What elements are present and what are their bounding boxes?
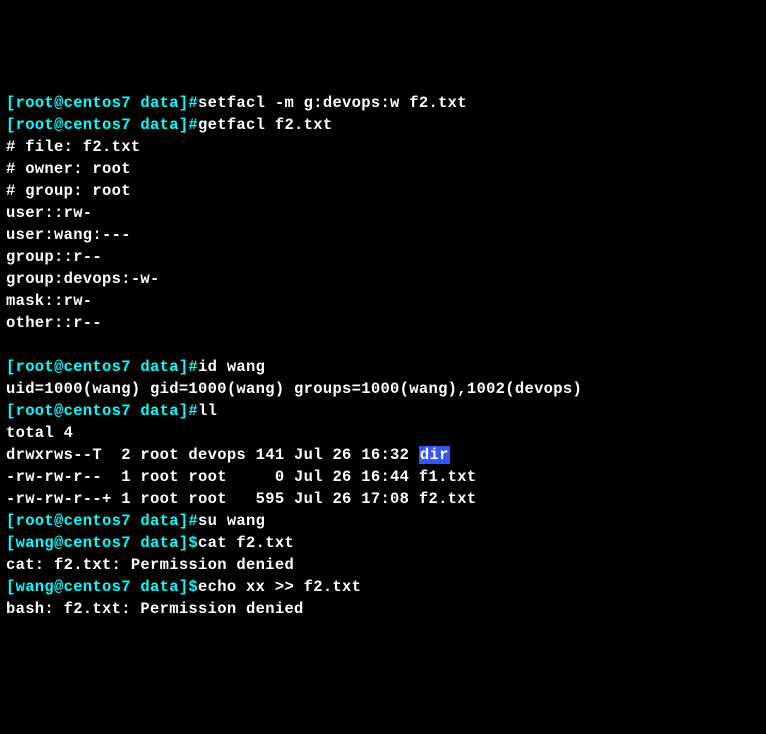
terminal-line: drwxrws--T 2 root devops 141 Jul 26 16:3…	[6, 444, 760, 466]
terminal-line: [root@centos7 data]#ll	[6, 400, 760, 422]
terminal-line	[6, 334, 760, 356]
terminal-segment: uid=1000(wang) gid=1000(wang) groups=100…	[6, 380, 582, 398]
terminal-line: [root@centos7 data]#setfacl -m g:devops:…	[6, 92, 760, 114]
terminal-segment: cat f2.txt	[198, 534, 294, 552]
terminal-line: [root@centos7 data]#id wang	[6, 356, 760, 378]
terminal-segment: id wang	[198, 358, 265, 376]
terminal-segment: [root@centos7 data]#	[6, 116, 198, 134]
terminal-line: cat: f2.txt: Permission denied	[6, 554, 760, 576]
terminal-line: # group: root	[6, 180, 760, 202]
terminal-segment: setfacl -m g:devops:w f2.txt	[198, 94, 467, 112]
terminal-segment: echo xx >> f2.txt	[198, 578, 361, 596]
terminal-segment: drwxrws--T 2 root devops 141 Jul 26 16:3…	[6, 446, 419, 464]
terminal-segment: bash: f2.txt: Permission denied	[6, 600, 304, 618]
terminal-segment: -rw-rw-r--+ 1 root root 595 Jul 26 17:08…	[6, 490, 476, 508]
terminal-line: user:wang:---	[6, 224, 760, 246]
terminal-line: [wang@centos7 data]$echo xx >> f2.txt	[6, 576, 760, 598]
terminal-segment: ll	[198, 402, 217, 420]
terminal-line: [root@centos7 data]#getfacl f2.txt	[6, 114, 760, 136]
terminal-segment: su wang	[198, 512, 265, 530]
terminal-segment: [root@centos7 data]#	[6, 358, 198, 376]
terminal-segment	[6, 336, 16, 354]
terminal-line: [wang@centos7 data]$cat f2.txt	[6, 532, 760, 554]
terminal-segment: group:devops:-w-	[6, 270, 160, 288]
terminal-line: bash: f2.txt: Permission denied	[6, 598, 760, 620]
terminal-segment: other::r--	[6, 314, 102, 332]
terminal-line: -rw-rw-r--+ 1 root root 595 Jul 26 17:08…	[6, 488, 760, 510]
terminal-segment: [root@centos7 data]#	[6, 94, 198, 112]
terminal-segment: -rw-rw-r-- 1 root root 0 Jul 26 16:44 f1…	[6, 468, 476, 486]
terminal-line: [root@centos7 data]#su wang	[6, 510, 760, 532]
terminal-line: -rw-rw-r-- 1 root root 0 Jul 26 16:44 f1…	[6, 466, 760, 488]
terminal-segment: # file: f2.txt	[6, 138, 140, 156]
terminal-segment: user:wang:---	[6, 226, 131, 244]
terminal-line: total 4	[6, 422, 760, 444]
terminal-segment: [wang@centos7 data]$	[6, 578, 198, 596]
terminal-segment: [root@centos7 data]#	[6, 512, 198, 530]
terminal-segment: group::r--	[6, 248, 102, 266]
terminal-segment: getfacl f2.txt	[198, 116, 332, 134]
terminal-line: group::r--	[6, 246, 760, 268]
terminal-segment: mask::rw-	[6, 292, 92, 310]
terminal-segment: cat: f2.txt: Permission denied	[6, 556, 294, 574]
terminal-segment: # group: root	[6, 182, 131, 200]
terminal-line: # file: f2.txt	[6, 136, 760, 158]
terminal-line: # owner: root	[6, 158, 760, 180]
terminal-line: mask::rw-	[6, 290, 760, 312]
terminal-output: [root@centos7 data]#setfacl -m g:devops:…	[6, 92, 760, 620]
terminal-line: user::rw-	[6, 202, 760, 224]
terminal-segment: [root@centos7 data]#	[6, 402, 198, 420]
terminal-segment: user::rw-	[6, 204, 92, 222]
terminal-segment: [wang@centos7 data]$	[6, 534, 198, 552]
terminal-segment: total 4	[6, 424, 73, 442]
terminal-line: other::r--	[6, 312, 760, 334]
terminal-line: uid=1000(wang) gid=1000(wang) groups=100…	[6, 378, 760, 400]
terminal-segment: # owner: root	[6, 160, 131, 178]
terminal-line: group:devops:-w-	[6, 268, 760, 290]
terminal-segment: dir	[419, 446, 450, 464]
